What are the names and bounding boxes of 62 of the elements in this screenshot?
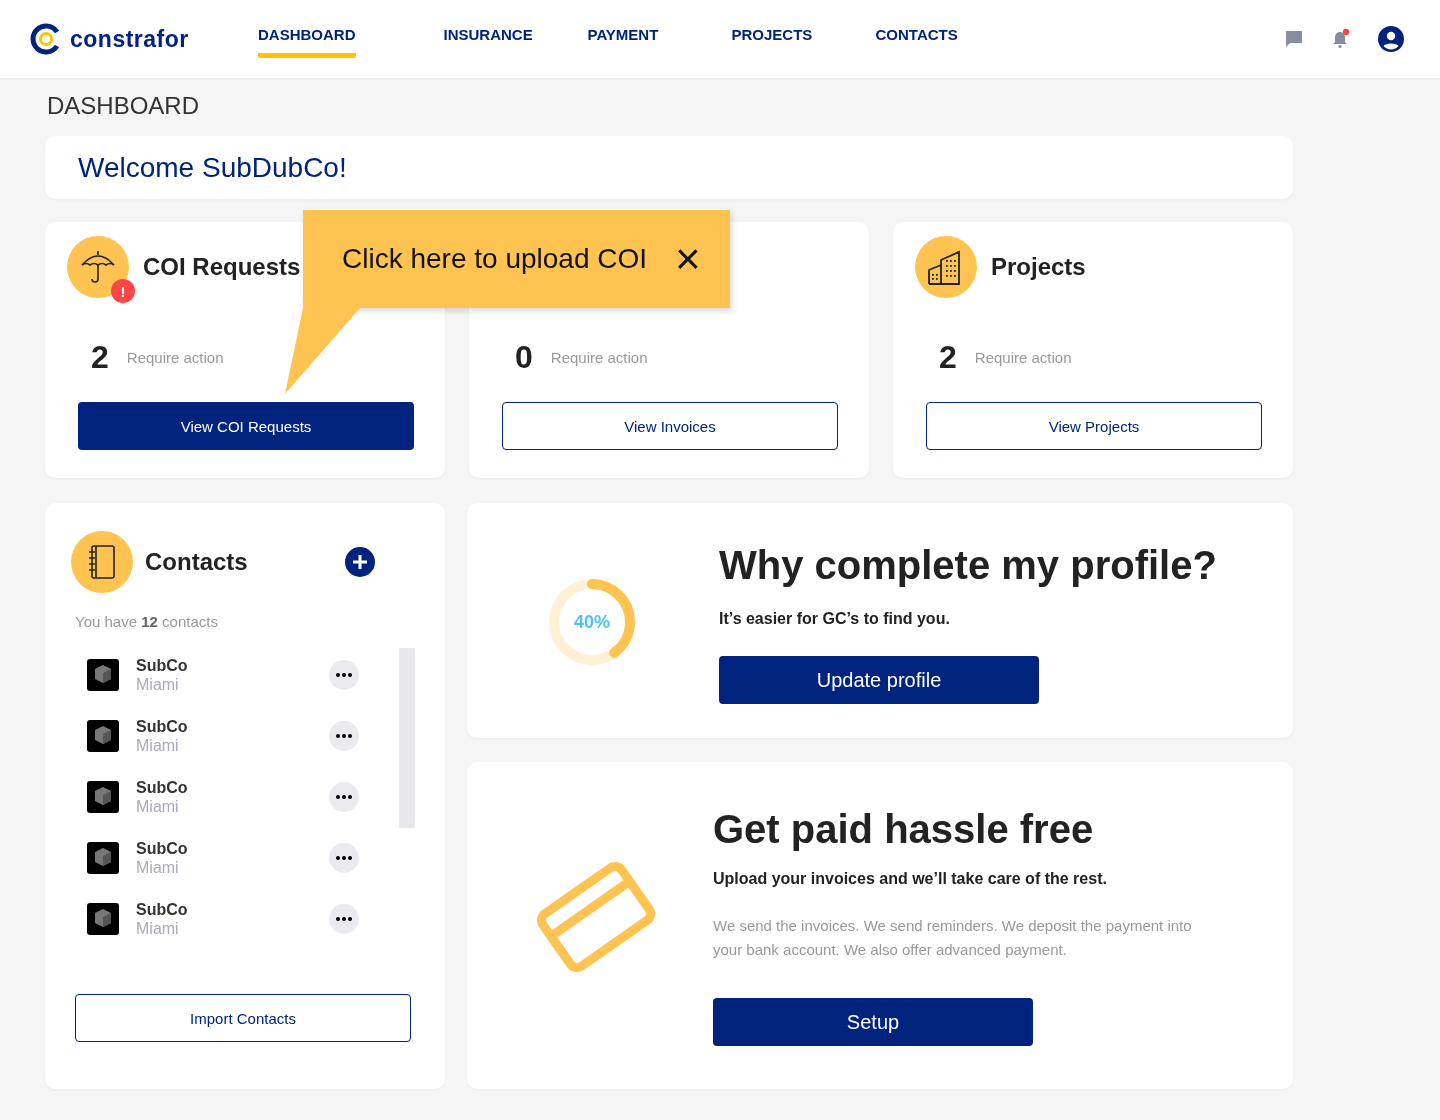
contact-city: Miami bbox=[136, 735, 180, 755]
close-button[interactable]: × bbox=[675, 237, 701, 281]
payment-subtitle: Upload your invoices and we’ll take care of the rest. bbox=[713, 870, 1108, 888]
setup-button[interactable]: Setup bbox=[713, 998, 1033, 1046]
count-caption: Require action bbox=[550, 348, 648, 366]
page-title: DASHBOARD bbox=[47, 92, 201, 120]
welcome-heading: Welcome SubDubCo! bbox=[78, 151, 347, 184]
tooltip-text: Click here to upload COI bbox=[342, 243, 648, 275]
count-number: 0 bbox=[515, 338, 533, 376]
card-title: COI Requests bbox=[143, 253, 301, 281]
brand-name: constrafor bbox=[70, 25, 189, 53]
contact-name: SubCo bbox=[136, 777, 188, 797]
payment-heading: Get paid hassle free bbox=[713, 807, 1095, 852]
more-button[interactable] bbox=[329, 720, 359, 751]
contacts-count: You have 12 contacts bbox=[75, 613, 219, 630]
alert-badge: ! bbox=[111, 279, 135, 303]
profile-subtitle: It’s easier for GC’s to find you. bbox=[719, 610, 951, 628]
contact-name: SubCo bbox=[136, 899, 188, 919]
view-button[interactable]: View Projects bbox=[926, 402, 1262, 450]
avatar-icon bbox=[87, 902, 119, 935]
account-icon[interactable] bbox=[1378, 26, 1404, 52]
import-button[interactable]: Import Contacts bbox=[75, 994, 411, 1042]
profile-heading: Why complete my profile? bbox=[719, 543, 1217, 588]
avatar-icon bbox=[87, 841, 119, 874]
contact-city: Miami bbox=[136, 918, 180, 938]
nav-tab[interactable]: CONTACTS bbox=[875, 20, 980, 58]
nav-tab[interactable]: DASHBOARD bbox=[258, 20, 356, 58]
contact-name: SubCo bbox=[136, 655, 188, 675]
count-number: 2 bbox=[91, 338, 109, 376]
avatar-icon bbox=[87, 719, 119, 752]
add-icon[interactable] bbox=[345, 547, 375, 577]
count-number: 2 bbox=[939, 338, 957, 376]
contact-city: Miami bbox=[136, 674, 180, 694]
card-title: Contacts bbox=[145, 548, 248, 576]
logo-icon bbox=[30, 23, 62, 55]
contact-city: Miami bbox=[136, 857, 180, 877]
payment-description: We send the invoices. We send reminders. We deposit the payment into your bank account. We also offer advanced payment. bbox=[713, 916, 1193, 960]
more-button[interactable] bbox=[329, 659, 359, 690]
avatar-icon bbox=[87, 780, 119, 813]
avatar-icon bbox=[87, 658, 119, 691]
more-icon bbox=[336, 733, 352, 738]
chat-icon[interactable] bbox=[1284, 29, 1304, 49]
count-caption: Require action bbox=[126, 348, 224, 366]
nav-tab[interactable]: PAYMENT bbox=[587, 20, 692, 58]
count-caption: Require action bbox=[974, 348, 1072, 366]
card-title: Projects bbox=[991, 253, 1086, 281]
view-button[interactable]: View Invoices bbox=[502, 402, 838, 450]
update-profile-button[interactable]: Update profile bbox=[719, 656, 1039, 704]
contact-name: SubCo bbox=[136, 716, 188, 736]
contact-name: SubCo bbox=[136, 838, 188, 858]
contact-city: Miami bbox=[136, 796, 180, 816]
more-icon bbox=[336, 794, 352, 799]
more-icon bbox=[336, 855, 352, 860]
view-button[interactable]: View COI Requests bbox=[78, 402, 414, 450]
more-button[interactable] bbox=[329, 903, 359, 934]
nav-tab[interactable]: PROJECTS bbox=[731, 20, 836, 58]
progress-percent: 40% bbox=[574, 613, 610, 631]
more-icon bbox=[336, 916, 352, 921]
more-button[interactable] bbox=[329, 842, 359, 873]
more-button[interactable] bbox=[329, 781, 359, 812]
more-icon bbox=[336, 672, 352, 677]
nav-tab[interactable]: INSURANCE bbox=[443, 20, 548, 58]
